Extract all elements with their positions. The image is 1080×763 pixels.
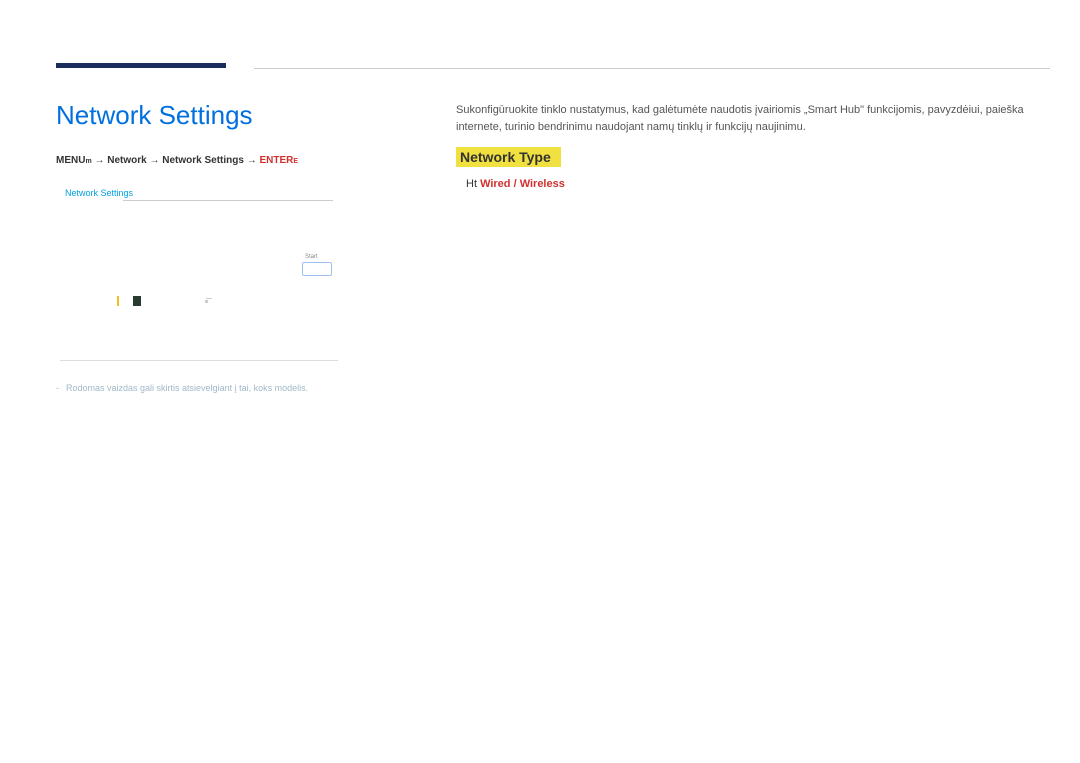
signal-icon xyxy=(117,296,119,306)
breadcrumb-path: → Network → Network Settings → xyxy=(92,155,260,166)
options-values: Wired / Wireless xyxy=(480,178,565,190)
network-type-heading: Network Type xyxy=(456,147,561,167)
breadcrumb: MENUm → Network → Network Settings → ENT… xyxy=(56,155,298,166)
breadcrumb-menu-label: MENU xyxy=(56,155,85,166)
breadcrumb-e-icon: E xyxy=(293,158,298,165)
panel-bottom-divider xyxy=(60,360,338,361)
panel-mini-divider xyxy=(206,298,212,299)
start-button[interactable] xyxy=(302,262,332,276)
network-type-options: Ht Wired / Wireless xyxy=(466,178,565,190)
footnote-text: Rodomas vaizdas gali skirtis atsievelgia… xyxy=(66,383,308,393)
header-accent-bar xyxy=(56,63,226,68)
dot-icon xyxy=(205,300,208,303)
breadcrumb-enter-label: ENTER xyxy=(260,155,294,166)
options-bullet: Ht xyxy=(466,178,477,190)
start-label: Start xyxy=(305,254,318,260)
panel-top-divider xyxy=(123,200,333,201)
panel-title: Network Settings xyxy=(65,188,133,198)
footnote-dash: - xyxy=(56,383,59,393)
page-title: Network Settings xyxy=(56,100,253,131)
header-divider xyxy=(254,68,1050,69)
icon-row xyxy=(117,296,208,306)
device-icon xyxy=(133,296,141,306)
body-description: Sukonfigūruokite tinklo nustatymus, kad … xyxy=(456,102,1050,135)
